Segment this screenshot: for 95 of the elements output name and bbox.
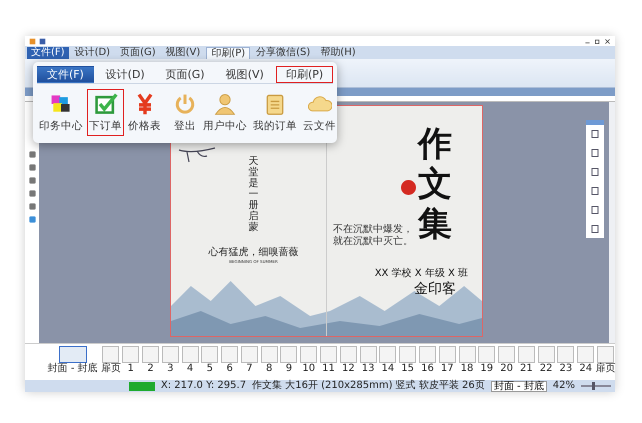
motto-text: 心有猛虎，细嗅蔷薇 [208,246,298,259]
vertical-text: 天堂是一册启蒙 [248,156,258,233]
thumbnail-label: 6 [226,363,233,375]
page-thumbnail[interactable] [240,346,258,363]
restore-icon[interactable] [594,38,601,44]
page-thumbnail[interactable] [300,346,318,363]
thumbnail-label: 封面 - 封底 [48,363,98,375]
thumbnail-label: 3 [167,363,174,375]
ribbon-tab[interactable]: 视图(V) [216,66,274,83]
page-thumbnail[interactable] [280,346,298,363]
thumbnail-label: 11 [322,363,335,375]
page-thumbnail[interactable] [142,346,160,363]
thumbnail-label: 8 [266,363,272,375]
thumbnail-label: 13 [362,363,374,375]
page-thumbnail[interactable] [122,346,140,363]
page-thumbnail[interactable] [260,346,278,363]
thumbnail-label: 7 [246,363,253,375]
document-info: 作文集 大16开 (210x285mm) 竖式 软皮平装 26页 [252,380,485,392]
menu-tab[interactable]: 文件(F) [27,47,69,59]
ribbon-button[interactable]: 云文件 [301,89,338,136]
page-thumbnail[interactable] [221,346,238,363]
ribbon-tab[interactable]: 页面(G) [156,66,214,83]
ribbon-tab[interactable]: 文件(F) [37,66,94,83]
title-character: 集 [418,204,452,244]
vertical-scrollbar[interactable] [609,102,615,343]
page-thumbnail[interactable] [201,346,218,363]
page-thumbnail[interactable] [538,346,555,363]
app-logo-icon [29,38,36,44]
ribbon-button[interactable]: 用户中心 [201,89,249,136]
zoom-level: 42% [552,380,575,392]
page-thumbnail[interactable] [379,346,396,363]
title-character: 作 [418,124,452,164]
thumbnail-label: 24 [579,363,592,375]
thumbnail-label: 14 [382,363,394,375]
thumbnail-label: 15 [401,363,414,375]
thumbnail-label: 19 [480,363,494,375]
thumbnail-label: 17 [440,363,454,375]
page-thumbnail[interactable] [438,346,456,363]
author-name: 金印客 [414,280,456,298]
thumbnail-label: 9 [286,363,292,375]
close-icon[interactable] [604,38,611,44]
page-dropdown[interactable]: 封面 - 封底 [490,380,547,392]
page-thumbnail[interactable] [597,346,614,363]
thumbnail-label: 22 [540,363,552,375]
page-thumbnail[interactable] [320,346,338,363]
page-thumbnail[interactable] [340,346,357,363]
menu-tab[interactable]: 分享微信(S) [252,47,314,59]
thumbnail-label: 18 [460,363,474,375]
class-line: XX 学校 X 年级 X 班 [374,266,468,280]
quote-line: 就在沉默中灭亡。 [333,236,413,248]
page-thumbnail[interactable] [162,346,179,363]
thumbnail-label: 2 [147,363,154,375]
thumbnail-label: 23 [560,363,572,375]
page-thumbnail[interactable] [102,346,120,363]
ribbon-button[interactable]: 印务中心 [37,89,85,136]
menu-tab[interactable]: 印刷(P) [206,47,250,59]
thumbnail-label: 12 [342,363,355,375]
ribbon-button[interactable]: 我的订单 [251,89,299,136]
thumbnail-label: 5 [206,363,214,375]
thumbnail-label: 4 [186,363,194,375]
thumbnail-label: 扉页 [596,363,616,375]
page-thumbnail[interactable] [58,346,87,363]
page-thumbnail[interactable] [418,346,436,363]
ribbon-tab[interactable]: 设计(D) [96,66,154,83]
ribbon-tab[interactable]: 印刷(P) [276,66,333,83]
quote-line: 不在沉默中爆发， [333,224,413,236]
page-thumbnail[interactable] [360,346,377,363]
power-icon [173,92,197,116]
page-thumbnail[interactable] [557,346,574,363]
thumbnail-label: 20 [500,363,513,375]
page-thumbnail[interactable] [518,346,535,363]
page-thumbnail[interactable] [458,346,476,363]
ribbon-button[interactable]: 价格表 [126,89,163,136]
user-icon [213,92,237,116]
zoom-slider-thumb[interactable] [592,382,596,390]
title-character: 文 [418,164,452,204]
coordinates-text: X: 217.0 Y: 295.7 [160,380,246,392]
thumbnail-label: 16 [421,363,434,375]
thumbnail-label: 扉页 [100,363,121,375]
sun-drawing [401,180,416,195]
menu-tab[interactable]: 视图(V) [162,47,204,59]
page-thumbnail[interactable] [478,346,496,363]
page-thumbnail[interactable] [182,346,199,363]
page-thumbnail[interactable] [577,346,594,363]
ribbon-button[interactable]: 下订单 [87,89,124,136]
menu-tab[interactable]: 页面(G) [116,47,160,59]
page-thumbnail[interactable] [399,346,416,363]
ribbon-button[interactable]: 登出 [171,89,199,136]
page-thumbnail[interactable] [498,346,516,363]
menu-tab[interactable]: 设计(D) [70,47,114,59]
thumbnail-label: 1 [128,363,134,375]
menu-tab[interactable]: 帮助(H) [316,47,360,59]
checkbox-icon [94,92,118,116]
thumbnail-label: 10 [302,363,316,375]
thumbnail-label: 21 [520,363,533,375]
